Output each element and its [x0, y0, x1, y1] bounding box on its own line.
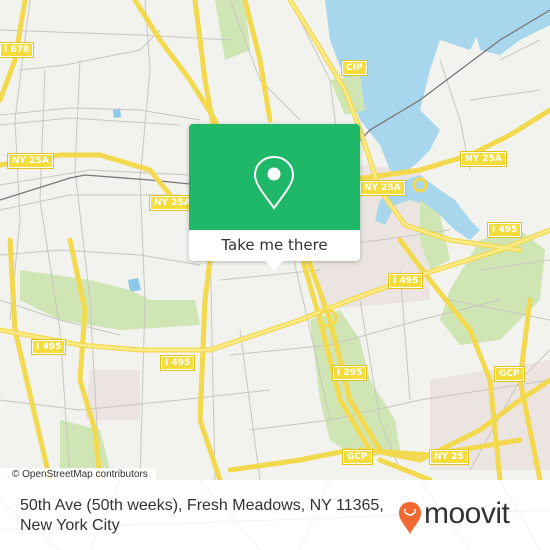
road-shield-i495: I 495	[387, 273, 424, 289]
map-pin-icon	[253, 155, 295, 210]
moovit-pin-icon	[399, 502, 421, 534]
address: 50th Ave (50th weeks), Fresh Meadows, NY…	[20, 496, 390, 536]
road-shield-gcp: GCP	[342, 449, 373, 465]
road-shield-i495: I 495	[30, 339, 67, 355]
moovit-wordmark: moovit	[424, 497, 510, 530]
road-shield-ny25a: NY 25A	[7, 153, 54, 169]
popup-pointer	[265, 261, 283, 270]
road-shield-ny25: NY 25	[429, 449, 469, 465]
road-shield-i678: I 678	[0, 42, 35, 58]
water-pond	[128, 278, 141, 292]
road-shield-i495: I 495	[486, 222, 523, 238]
road-shield-ny25a: NY 25A	[460, 151, 507, 167]
address-line-1: 50th Ave (50th weeks), Fresh Meadows, NY…	[20, 497, 384, 514]
location-popup: Take me there	[189, 124, 360, 270]
road-shield-i495: I 495	[159, 355, 196, 371]
road-shield-cip: CIP	[341, 60, 368, 76]
road-shield-ny25a: NY 25A	[359, 180, 406, 196]
map-attribution[interactable]: © OpenStreetMap contributors	[0, 468, 156, 480]
road-shield-i295: I 295	[331, 365, 368, 381]
road-shield-ny25a: NY 25A	[149, 195, 196, 211]
park	[20, 270, 200, 330]
popup-header	[189, 124, 360, 230]
address-line-2: New York City	[20, 517, 120, 534]
water-bay	[470, 0, 550, 55]
take-me-there-button[interactable]: Take me there	[189, 230, 360, 261]
urban-area	[85, 370, 140, 420]
road-shield-gcp: GCP	[494, 366, 525, 382]
